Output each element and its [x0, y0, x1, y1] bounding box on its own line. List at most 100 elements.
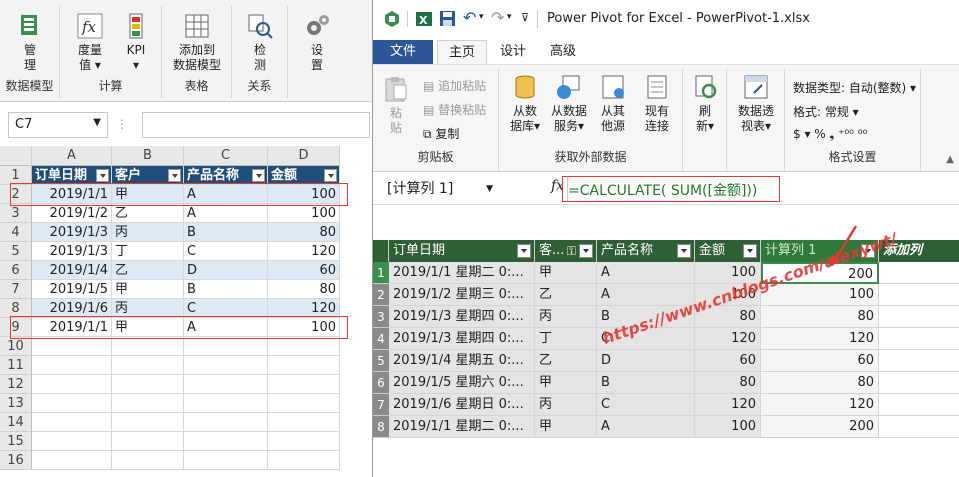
empty-cell[interactable]	[112, 337, 184, 356]
table-cell[interactable]: 60	[695, 350, 761, 372]
table-cell[interactable]: 80	[268, 280, 340, 299]
settings-button[interactable]: 设 置	[296, 12, 338, 73]
row-number[interactable]: 1	[373, 262, 389, 284]
table-cell[interactable]: 甲	[535, 416, 597, 438]
add-column-cell[interactable]	[879, 328, 959, 350]
tab-home[interactable]: 主页	[437, 40, 487, 64]
calculated-cell[interactable]: 80	[761, 372, 879, 394]
table-cell[interactable]: 80	[268, 223, 340, 242]
table-cell[interactable]: 2019/1/3	[32, 223, 112, 242]
table-cell[interactable]: 2019/1/5	[32, 280, 112, 299]
add-to-data-model-button[interactable]: 添加到 数据模型	[166, 12, 228, 73]
table-cell[interactable]: 丙	[535, 394, 597, 416]
table-cell[interactable]: B	[184, 223, 268, 242]
table-cell[interactable]: 甲	[535, 262, 597, 284]
filter-dropdown-icon[interactable]	[743, 244, 757, 258]
manage-button[interactable]: 管 理	[10, 12, 50, 73]
row-header[interactable]: 14	[0, 413, 32, 432]
empty-cell[interactable]	[32, 337, 112, 356]
table-cell[interactable]: D	[597, 350, 695, 372]
empty-cell[interactable]	[268, 413, 340, 432]
table-cell[interactable]: 80	[695, 372, 761, 394]
add-column-cell[interactable]	[879, 284, 959, 306]
refresh-button[interactable]: 刷 新▾	[687, 73, 723, 134]
calculated-cell[interactable]: 200	[761, 416, 879, 438]
empty-cell[interactable]	[184, 432, 268, 451]
row-header[interactable]: 7	[0, 280, 32, 299]
formula-bar[interactable]	[142, 112, 370, 138]
filter-dropdown-icon[interactable]	[168, 169, 181, 182]
empty-cell[interactable]	[268, 375, 340, 394]
pivot-table-button[interactable]: 数据透 视表▾	[731, 73, 781, 134]
add-column-cell[interactable]	[879, 416, 959, 438]
empty-cell[interactable]	[184, 394, 268, 413]
empty-cell[interactable]	[268, 394, 340, 413]
empty-cell[interactable]	[32, 413, 112, 432]
empty-cell[interactable]	[32, 432, 112, 451]
row-number[interactable]: 7	[373, 394, 389, 416]
data-type-dropdown[interactable]: 数据类型: 自动(整数) ▾	[793, 79, 916, 96]
select-all-corner[interactable]	[373, 240, 389, 262]
save-icon[interactable]	[439, 10, 456, 27]
filter-dropdown-icon[interactable]	[252, 169, 265, 182]
calculated-cell[interactable]: 60	[761, 350, 879, 372]
row-header[interactable]: 5	[0, 242, 32, 261]
table-cell[interactable]: 2019/1/3 星期四 0:...	[389, 328, 535, 350]
empty-cell[interactable]	[112, 356, 184, 375]
format-dropdown[interactable]: 格式: 常规 ▾	[793, 103, 859, 120]
redo-icon[interactable]: ↷	[491, 8, 504, 27]
table-cell[interactable]: 120	[268, 242, 340, 261]
row-number[interactable]: 8	[373, 416, 389, 438]
table-cell[interactable]: 甲	[535, 372, 597, 394]
table-cell[interactable]: 2019/1/1 星期二 0:...	[389, 262, 535, 284]
column-header[interactable]: 订单日期	[389, 240, 535, 262]
column-header-c[interactable]: C	[184, 146, 268, 166]
replace-paste-button[interactable]: ▤ 替换粘贴	[423, 101, 486, 118]
column-header[interactable]: 客... ⚿	[535, 240, 597, 262]
table-cell[interactable]: A	[184, 204, 268, 223]
table-cell[interactable]: 120	[695, 328, 761, 350]
calculated-cell[interactable]: 80	[761, 306, 879, 328]
empty-cell[interactable]	[268, 451, 340, 470]
column-header[interactable]: 金额	[695, 240, 761, 262]
table-cell[interactable]: 丁	[112, 242, 184, 261]
detect-button[interactable]: 检 测	[238, 12, 282, 73]
table-cell[interactable]: C	[184, 242, 268, 261]
copy-button[interactable]: ⧉ 复制	[423, 125, 459, 142]
empty-cell[interactable]	[32, 394, 112, 413]
excel-icon[interactable]: X	[415, 10, 433, 28]
filter-dropdown-icon[interactable]	[579, 244, 593, 258]
table-cell[interactable]: 2019/1/2 星期三 0:...	[389, 284, 535, 306]
name-box[interactable]: C7 ▼	[8, 112, 108, 138]
empty-cell[interactable]	[184, 337, 268, 356]
table-cell[interactable]: 2019/1/4	[32, 261, 112, 280]
empty-cell[interactable]	[184, 413, 268, 432]
select-all-corner[interactable]	[0, 146, 32, 166]
row-number[interactable]: 3	[373, 306, 389, 328]
filter-dropdown-icon[interactable]	[677, 244, 691, 258]
row-number[interactable]: 5	[373, 350, 389, 372]
table-cell[interactable]: 100	[268, 204, 340, 223]
row-header[interactable]: 10	[0, 337, 32, 356]
empty-cell[interactable]	[184, 356, 268, 375]
filter-dropdown-icon[interactable]	[517, 244, 531, 258]
table-cell[interactable]: 丙	[112, 223, 184, 242]
table-cell[interactable]: C	[597, 394, 695, 416]
calculated-cell[interactable]: 120	[761, 328, 879, 350]
empty-cell[interactable]	[112, 394, 184, 413]
collapse-ribbon-icon[interactable]: ▲	[946, 154, 954, 165]
table-cell[interactable]: 2019/1/2	[32, 204, 112, 223]
append-paste-button[interactable]: ▤ 追加粘贴	[423, 77, 486, 94]
filter-dropdown-icon[interactable]	[96, 169, 109, 182]
row-header[interactable]: 13	[0, 394, 32, 413]
empty-cell[interactable]	[184, 375, 268, 394]
table-cell[interactable]: 甲	[112, 280, 184, 299]
calculated-cell[interactable]: 120	[761, 394, 879, 416]
number-format-buttons[interactable]: $ ▾ % ❟ ⁺⁰⁰ ⁰⁰	[793, 127, 867, 142]
empty-cell[interactable]	[268, 356, 340, 375]
row-header[interactable]: 11	[0, 356, 32, 375]
kpi-button[interactable]: KPI ▾	[116, 12, 156, 73]
empty-cell[interactable]	[112, 413, 184, 432]
add-column-cell[interactable]	[879, 394, 959, 416]
tab-advanced[interactable]: 高级	[539, 40, 587, 64]
